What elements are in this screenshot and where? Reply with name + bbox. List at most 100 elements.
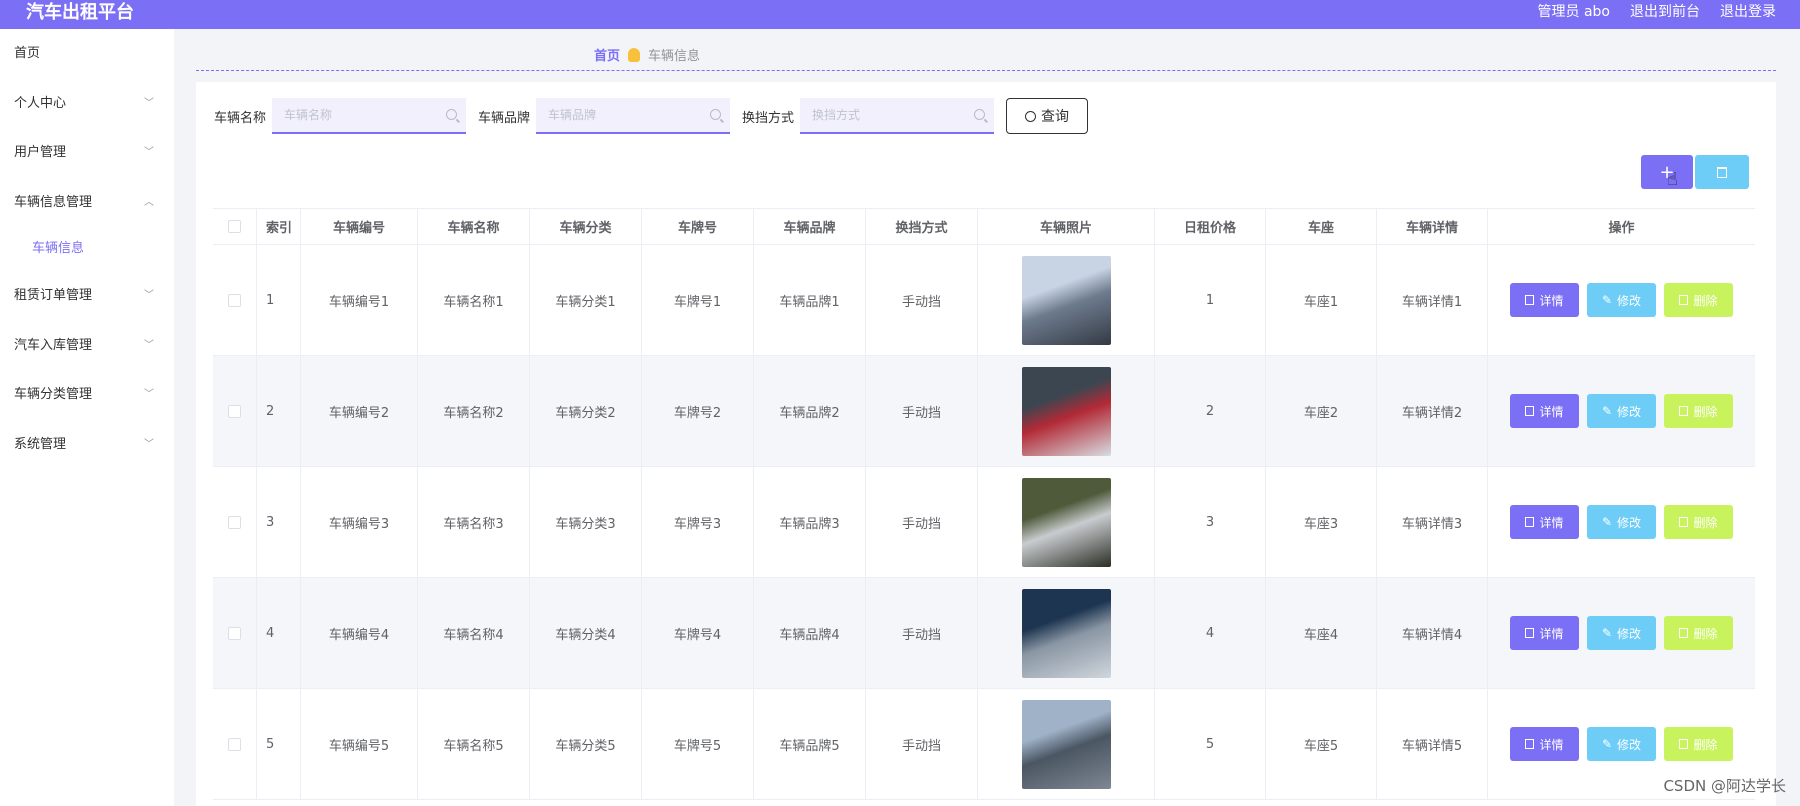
hand-cursor-icon: ☝	[1667, 169, 1678, 190]
logout-link[interactable]: 退出登录	[1720, 0, 1776, 24]
row-checkbox[interactable]	[228, 737, 241, 751]
photo-cell	[978, 578, 1155, 688]
header-cell: 车牌号	[642, 209, 754, 244]
table-header: 索引 车辆编号 车辆名称 车辆分类 车牌号 车辆品牌 换挡方式 车辆照片 日租价…	[213, 208, 1755, 245]
sidebar-item-home[interactable]: 首页	[0, 29, 174, 79]
delete-button[interactable]: 删除	[1664, 727, 1733, 761]
idx-cell: 2	[257, 356, 301, 466]
row-checkbox[interactable]	[228, 404, 241, 418]
table-body: 1 车辆编号1 车辆名称1 车辆分类1 车牌号1 车辆品牌1 手动挡 1 车座1 车辆详情1 详情 ✎…	[213, 245, 1755, 800]
sidebar-item-label: 用户管理	[14, 145, 67, 160]
sidebar-item-label: 系统管理	[14, 436, 67, 452]
detail-button[interactable]: 详情	[1510, 727, 1579, 761]
category-cell: 车辆分类3	[530, 467, 642, 577]
admin-label[interactable]: 管理员 abo	[1538, 0, 1610, 24]
idx-cell: 3	[257, 467, 301, 577]
header-cell: 车辆照片	[978, 209, 1155, 244]
trash-icon	[1679, 517, 1689, 527]
search-bar: 车辆名称 车辆品牌 换挡方式 查询	[214, 98, 1089, 134]
sidebar-item-categories[interactable]: 车辆分类管理 ﹀	[0, 370, 174, 420]
watermark: CSDN @阿达学长	[1663, 777, 1786, 795]
detail-button[interactable]: 详情	[1510, 283, 1579, 317]
select-all-checkbox[interactable]	[228, 220, 241, 233]
edit-button[interactable]: ✎ 修改	[1587, 727, 1656, 761]
edit-button[interactable]: ✎ 修改	[1587, 283, 1656, 317]
pencil-icon: ✎	[1601, 737, 1613, 751]
delete-button[interactable]: 删除	[1664, 616, 1733, 650]
delete-button[interactable]: 删除	[1664, 505, 1733, 539]
delete-button[interactable]: 删除	[1664, 394, 1733, 428]
row-checkbox[interactable]	[228, 626, 241, 640]
breadcrumb: 首页 车辆信息	[594, 45, 700, 64]
top-bar: 汽车出租平台 管理员 abo 退出到前台 退出登录	[0, 0, 1800, 29]
detail-button[interactable]: 详情	[1510, 394, 1579, 428]
name-search-input[interactable]	[272, 98, 467, 132]
breadcrumb-home[interactable]: 首页	[594, 45, 620, 64]
row-checkbox[interactable]	[228, 515, 241, 529]
delete-button[interactable]: 删除	[1664, 283, 1733, 317]
name-cell: 车辆名称4	[418, 578, 530, 688]
row-select-cell	[213, 356, 257, 466]
header-cell: 车辆编号	[301, 209, 418, 244]
trash-icon	[1679, 739, 1689, 749]
document-icon	[1525, 739, 1535, 749]
price-cell: 1	[1155, 245, 1266, 355]
vehicle-photo	[1021, 366, 1111, 456]
batch-delete-button[interactable]	[1695, 155, 1749, 189]
table-row: 2 车辆编号2 车辆名称2 车辆分类2 车牌号2 车辆品牌2 手动挡 2 车座2 车辆详情2 详情 ✎…	[213, 356, 1755, 467]
topbar-links: 管理员 abo 退出到前台 退出登录	[1538, 0, 1776, 24]
sidebar-item-system[interactable]: 系统管理 ﹀	[0, 420, 174, 470]
name-cell: 车辆名称5	[418, 689, 530, 799]
brand-search-input[interactable]	[536, 98, 731, 132]
header-cell: 车辆名称	[418, 209, 530, 244]
edit-button[interactable]: ✎ 修改	[1587, 616, 1656, 650]
header-cell: 车辆详情	[1377, 209, 1488, 244]
sidebar-item-vehicle-info-mgmt[interactable]: 车辆信息管理 ︿	[0, 178, 174, 228]
sidebar-item-stock-in[interactable]: 汽车入库管理 ﹀	[0, 321, 174, 371]
code-cell: 车辆编号2	[301, 356, 418, 466]
table-row: 5 车辆编号5 车辆名称5 车辆分类5 车牌号5 车辆品牌5 手动挡 5 车座5 车辆详情5 详情 ✎…	[213, 689, 1755, 800]
gear-label: 换挡方式	[742, 110, 795, 126]
detail-cell: 车辆详情2	[1377, 356, 1488, 466]
gear-cell: 手动挡	[866, 578, 978, 688]
row-checkbox[interactable]	[228, 293, 241, 307]
table-row: 1 车辆编号1 车辆名称1 车辆分类1 车牌号1 车辆品牌1 手动挡 1 车座1 车辆详情1 详情 ✎…	[213, 245, 1755, 356]
brand-cell: 车辆品牌5	[754, 689, 866, 799]
sidebar-item-label: 首页	[14, 46, 41, 61]
name-cell: 车辆名称2	[418, 356, 530, 466]
chevron-down-icon: ﹀	[144, 389, 154, 400]
sidebar-item-label: 车辆信息管理	[14, 194, 93, 210]
delete-button-label: 删除	[1693, 515, 1718, 530]
header-cell: 车辆分类	[530, 209, 642, 244]
sidebar-item-rental-orders[interactable]: 租赁订单管理 ﹀	[0, 271, 174, 321]
code-cell: 车辆编号4	[301, 578, 418, 688]
sidebar: 首页 个人中心 ﹀ 用户管理 ﹀ 车辆信息管理 ︿ 车辆信息 租赁订单管理 ﹀ 汽车入库…	[0, 29, 174, 806]
vehicle-table: 索引 车辆编号 车辆名称 车辆分类 车牌号 车辆品牌 换挡方式 车辆照片 日租价…	[213, 208, 1755, 800]
detail-cell: 车辆详情4	[1377, 578, 1488, 688]
front-link[interactable]: 退出到前台	[1630, 0, 1700, 24]
edit-button[interactable]: ✎ 修改	[1587, 505, 1656, 539]
chevron-down-icon: ﹀	[144, 147, 154, 158]
document-icon	[1525, 628, 1535, 638]
sidebar-item-label: 车辆信息	[32, 241, 85, 256]
detail-button[interactable]: 详情	[1510, 505, 1579, 539]
sidebar-item-users[interactable]: 用户管理 ﹀	[0, 128, 174, 178]
brand-label: 车辆品牌	[478, 110, 531, 126]
brand-cell: 车辆品牌4	[754, 578, 866, 688]
gear-search-input[interactable]	[800, 98, 995, 132]
idx-cell: 4	[257, 578, 301, 688]
delete-button-label: 删除	[1693, 404, 1718, 419]
row-select-cell	[213, 467, 257, 577]
seat-cell: 车座4	[1266, 578, 1377, 688]
photo-cell	[978, 245, 1155, 355]
edit-button[interactable]: ✎ 修改	[1587, 394, 1656, 428]
edit-button-label: 修改	[1617, 626, 1642, 641]
search-icon	[446, 109, 458, 120]
sidebar-item-personal[interactable]: 个人中心 ﹀	[0, 79, 174, 129]
seat-cell: 车座3	[1266, 467, 1377, 577]
query-button[interactable]: 查询	[1006, 98, 1089, 134]
detail-button[interactable]: 详情	[1510, 616, 1579, 650]
sidebar-item-label: 车辆分类管理	[14, 387, 93, 402]
sidebar-item-vehicle-info[interactable]: 车辆信息	[0, 227, 174, 271]
detail-button-label: 详情	[1539, 737, 1564, 752]
